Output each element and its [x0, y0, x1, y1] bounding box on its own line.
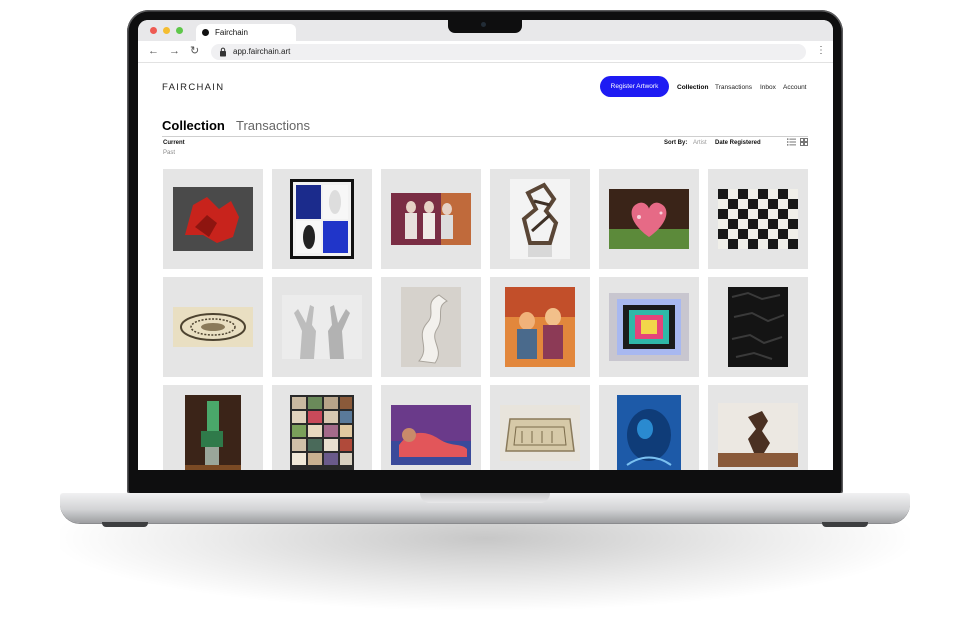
color-swatch-grid-icon	[290, 395, 354, 470]
filter-current[interactable]: Current	[163, 140, 185, 146]
artwork-tile[interactable]	[163, 385, 263, 470]
hands-sculpture-icon	[282, 295, 362, 359]
artwork-tile[interactable]	[708, 169, 808, 269]
camera-icon	[481, 22, 486, 27]
sort-artist-option[interactable]: Artist	[693, 140, 707, 146]
red-sculpture-icon	[173, 187, 253, 251]
checkerboard-painting-icon	[718, 189, 798, 249]
ornate-drawing-icon	[173, 307, 253, 347]
green-totem-sculpture-icon	[185, 395, 241, 470]
artwork-tile[interactable]	[599, 385, 699, 470]
tabs-divider	[162, 136, 808, 137]
artwork-tile[interactable]	[163, 169, 263, 269]
nav-account[interactable]: Account	[783, 84, 807, 91]
artwork-tile[interactable]	[490, 169, 590, 269]
white-ribbon-sculpture-icon	[401, 287, 461, 367]
artwork-tile[interactable]	[490, 385, 590, 470]
reload-icon[interactable]: ↻	[190, 44, 199, 58]
artwork-tile[interactable]	[708, 385, 808, 470]
back-arrow-icon[interactable]: ←	[148, 44, 159, 58]
list-view-icon[interactable]	[787, 138, 796, 146]
nav-collection[interactable]: Collection	[677, 84, 708, 91]
artwork-tile[interactable]	[381, 385, 481, 470]
more-options-icon[interactable]: ⋮	[816, 44, 826, 58]
tab-collection[interactable]: Collection	[162, 118, 225, 133]
artwork-tile[interactable]	[163, 277, 263, 377]
screen: Fairchain ← → ↻ app.fairchain.art ⋮ FAIR…	[138, 20, 833, 470]
app-content: FAIRCHAIN Register Artwork Collection Tr…	[138, 64, 833, 470]
artwork-tile[interactable]	[272, 277, 372, 377]
content-viewport: FAIRCHAIN Register Artwork Collection Tr…	[138, 64, 833, 470]
browser-tab[interactable]: Fairchain	[196, 24, 296, 41]
bronze-figure-sculpture-icon	[718, 403, 798, 467]
favicon-icon	[202, 29, 209, 36]
laptop-bezel	[138, 470, 833, 480]
ceramic-box-icon	[500, 405, 580, 461]
nav-inbox[interactable]: Inbox	[760, 84, 776, 91]
lock-icon	[220, 47, 226, 57]
concentric-squares-painting-icon	[609, 293, 689, 361]
blue-underwater-painting-icon	[617, 395, 681, 470]
artwork-tile[interactable]	[381, 169, 481, 269]
artwork-tile[interactable]	[490, 277, 590, 377]
artwork-tile[interactable]	[708, 277, 808, 377]
fairchain-logo[interactable]: FAIRCHAIN	[162, 82, 224, 93]
reclining-figure-painting-icon	[391, 405, 471, 465]
artwork-tile[interactable]	[272, 385, 372, 470]
laptop-foot	[822, 522, 868, 527]
browser-tab-title: Fairchain	[215, 28, 248, 37]
artwork-tile[interactable]	[381, 277, 481, 377]
laptop-foot	[102, 522, 148, 527]
register-artwork-button[interactable]: Register Artwork	[600, 76, 669, 97]
artwork-tile[interactable]	[599, 169, 699, 269]
sort-by-label: Sort By:	[664, 140, 688, 146]
filter-past[interactable]: Past	[163, 150, 175, 156]
artwork-tile[interactable]	[272, 169, 372, 269]
minimize-window-button[interactable]	[163, 27, 170, 34]
pink-heart-photo-icon	[609, 189, 689, 249]
browser-nav-bar: ← → ↻ app.fairchain.art ⋮	[138, 41, 833, 63]
grid-view-icon[interactable]	[800, 138, 808, 146]
sort-date-registered-option[interactable]: Date Registered	[715, 140, 761, 146]
nav-transactions[interactable]: Transactions	[715, 84, 752, 91]
black-textured-panel-icon	[728, 287, 788, 367]
bronze-abstract-sculpture-icon	[510, 179, 570, 259]
maximize-window-button[interactable]	[176, 27, 183, 34]
tab-transactions[interactable]: Transactions	[236, 118, 310, 133]
figures-painting-icon	[391, 193, 471, 245]
artwork-tile[interactable]	[599, 277, 699, 377]
orange-figures-painting-icon	[505, 287, 575, 367]
url-text: app.fairchain.art	[233, 47, 291, 56]
close-window-button[interactable]	[150, 27, 157, 34]
address-bar[interactable]: app.fairchain.art	[211, 44, 806, 60]
camera-notch	[448, 20, 522, 33]
black-white-blue-panels-icon	[290, 179, 354, 259]
laptop-opening-notch	[420, 493, 550, 503]
forward-arrow-icon[interactable]: →	[169, 44, 180, 58]
